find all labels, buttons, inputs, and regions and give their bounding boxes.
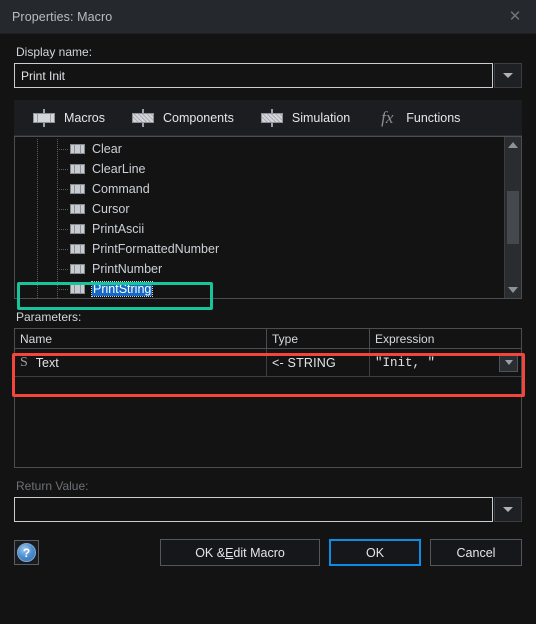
column-header-expression: Expression	[370, 329, 521, 349]
macro-node-icon	[70, 284, 85, 294]
chevron-down-icon	[503, 507, 513, 512]
tree-item-clearline[interactable]: ClearLine	[15, 159, 504, 179]
parameter-name-value: Text	[35, 355, 59, 370]
tab-macros[interactable]: Macros	[32, 100, 105, 135]
scrollbar-track[interactable]	[505, 153, 521, 282]
category-tab-strip: Macros Components Simulation fx Function…	[14, 100, 522, 136]
string-type-icon: S	[20, 354, 28, 370]
column-header-name: Name	[15, 329, 267, 349]
macro-node-icon	[70, 224, 85, 234]
display-name-label: Display name:	[16, 45, 93, 59]
footer-button-group: OK & Edit Macro OK Cancel	[160, 539, 522, 566]
macro-tree[interactable]: Clear ClearLine Command Cursor PrintAsci…	[15, 137, 504, 298]
tree-item-label: Clear	[92, 142, 122, 156]
chevron-down-icon	[504, 360, 513, 365]
fx-function-icon: fx	[381, 108, 394, 127]
tab-functions-label: Functions	[406, 110, 461, 125]
tab-components[interactable]: Components	[131, 100, 234, 135]
tree-item-label: ClearLine	[92, 162, 146, 176]
parameter-name-cell[interactable]: S Text	[15, 349, 267, 377]
tab-macros-label: Macros	[64, 110, 105, 125]
title-bar: Properties: Macro ✕	[0, 0, 536, 34]
macro-component-icon	[32, 108, 56, 127]
help-question-icon: ?	[17, 543, 36, 562]
macro-node-icon	[70, 164, 85, 174]
parameter-expression-cell[interactable]: "Init, "	[370, 349, 521, 377]
tree-item-label: PrintString	[90, 281, 154, 297]
ok-edit-macro-label-pre: OK &	[195, 545, 226, 560]
macro-node-icon	[70, 184, 85, 194]
tree-item-cursor[interactable]: Cursor	[15, 199, 504, 219]
tree-item-printascii[interactable]: PrintAscii	[15, 219, 504, 239]
tree-vertical-scrollbar[interactable]	[504, 137, 521, 298]
window-title: Properties: Macro	[12, 9, 113, 24]
column-header-type: Type	[267, 329, 370, 349]
dialog-footer: ? OK & Edit Macro OK Cancel	[14, 539, 522, 566]
return-value-label: Return Value:	[16, 479, 89, 493]
table-row[interactable]: S Text <- STRING "Init, "	[15, 349, 521, 377]
macro-node-icon	[70, 144, 85, 154]
parameter-type-cell[interactable]: <- STRING	[267, 349, 370, 377]
scrollbar-thumb[interactable]	[507, 191, 519, 244]
tree-item-printnumber[interactable]: PrintNumber	[15, 259, 504, 279]
tree-item-label: PrintFormattedNumber	[92, 242, 220, 256]
close-icon[interactable]: ✕	[500, 4, 530, 30]
tree-item-printformattednumber[interactable]: PrintFormattedNumber	[15, 239, 504, 259]
ok-edit-macro-label-post: dit Macro	[233, 545, 285, 560]
expression-dropdown-button[interactable]	[499, 353, 518, 372]
cancel-button[interactable]: Cancel	[430, 539, 522, 566]
simulation-component-icon	[260, 108, 284, 127]
tab-components-label: Components	[162, 110, 234, 125]
macro-node-icon	[70, 244, 85, 254]
tree-item-command[interactable]: Command	[15, 179, 504, 199]
tree-item-label: Cursor	[92, 202, 130, 216]
ok-and-edit-macro-button[interactable]: OK & Edit Macro	[160, 539, 320, 566]
macro-node-icon	[70, 204, 85, 214]
ok-edit-macro-accel: E	[225, 545, 234, 560]
ok-button[interactable]: OK	[329, 539, 421, 566]
parameters-header-row: Name Type Expression	[15, 329, 521, 349]
display-name-combobox[interactable]	[14, 63, 522, 88]
return-value-combobox[interactable]	[14, 497, 522, 522]
tree-item-label: PrintAscii	[92, 222, 145, 236]
return-value-input[interactable]	[14, 497, 493, 522]
return-value-dropdown-button[interactable]	[494, 497, 522, 522]
display-name-dropdown-button[interactable]	[494, 63, 522, 88]
tab-simulation[interactable]: Simulation	[260, 100, 350, 135]
scroll-up-arrow-icon[interactable]	[505, 137, 521, 153]
dialog-body: Display name: Macros Components Simulati…	[0, 45, 536, 624]
display-name-input[interactable]	[14, 63, 493, 88]
chevron-down-icon	[503, 73, 513, 78]
macro-node-icon	[70, 264, 85, 274]
scroll-down-arrow-icon[interactable]	[505, 282, 521, 298]
tab-functions[interactable]: fx Functions	[376, 100, 460, 135]
parameters-table: Name Type Expression S Text <- STRING "I…	[14, 328, 522, 468]
help-button[interactable]: ?	[14, 540, 39, 565]
resistor-component-icon	[131, 108, 155, 127]
tree-item-printstring[interactable]: PrintString	[15, 279, 504, 298]
tree-item-label: Command	[92, 182, 150, 196]
tab-simulation-label: Simulation	[291, 110, 351, 125]
parameters-label: Parameters:	[16, 310, 82, 324]
tree-item-clear[interactable]: Clear	[15, 139, 504, 159]
macro-tree-panel: Clear ClearLine Command Cursor PrintAsci…	[14, 136, 522, 299]
parameter-type-value: <- STRING	[272, 355, 336, 370]
tree-item-label: PrintNumber	[92, 262, 163, 276]
parameter-expression-value: "Init, "	[375, 355, 436, 370]
